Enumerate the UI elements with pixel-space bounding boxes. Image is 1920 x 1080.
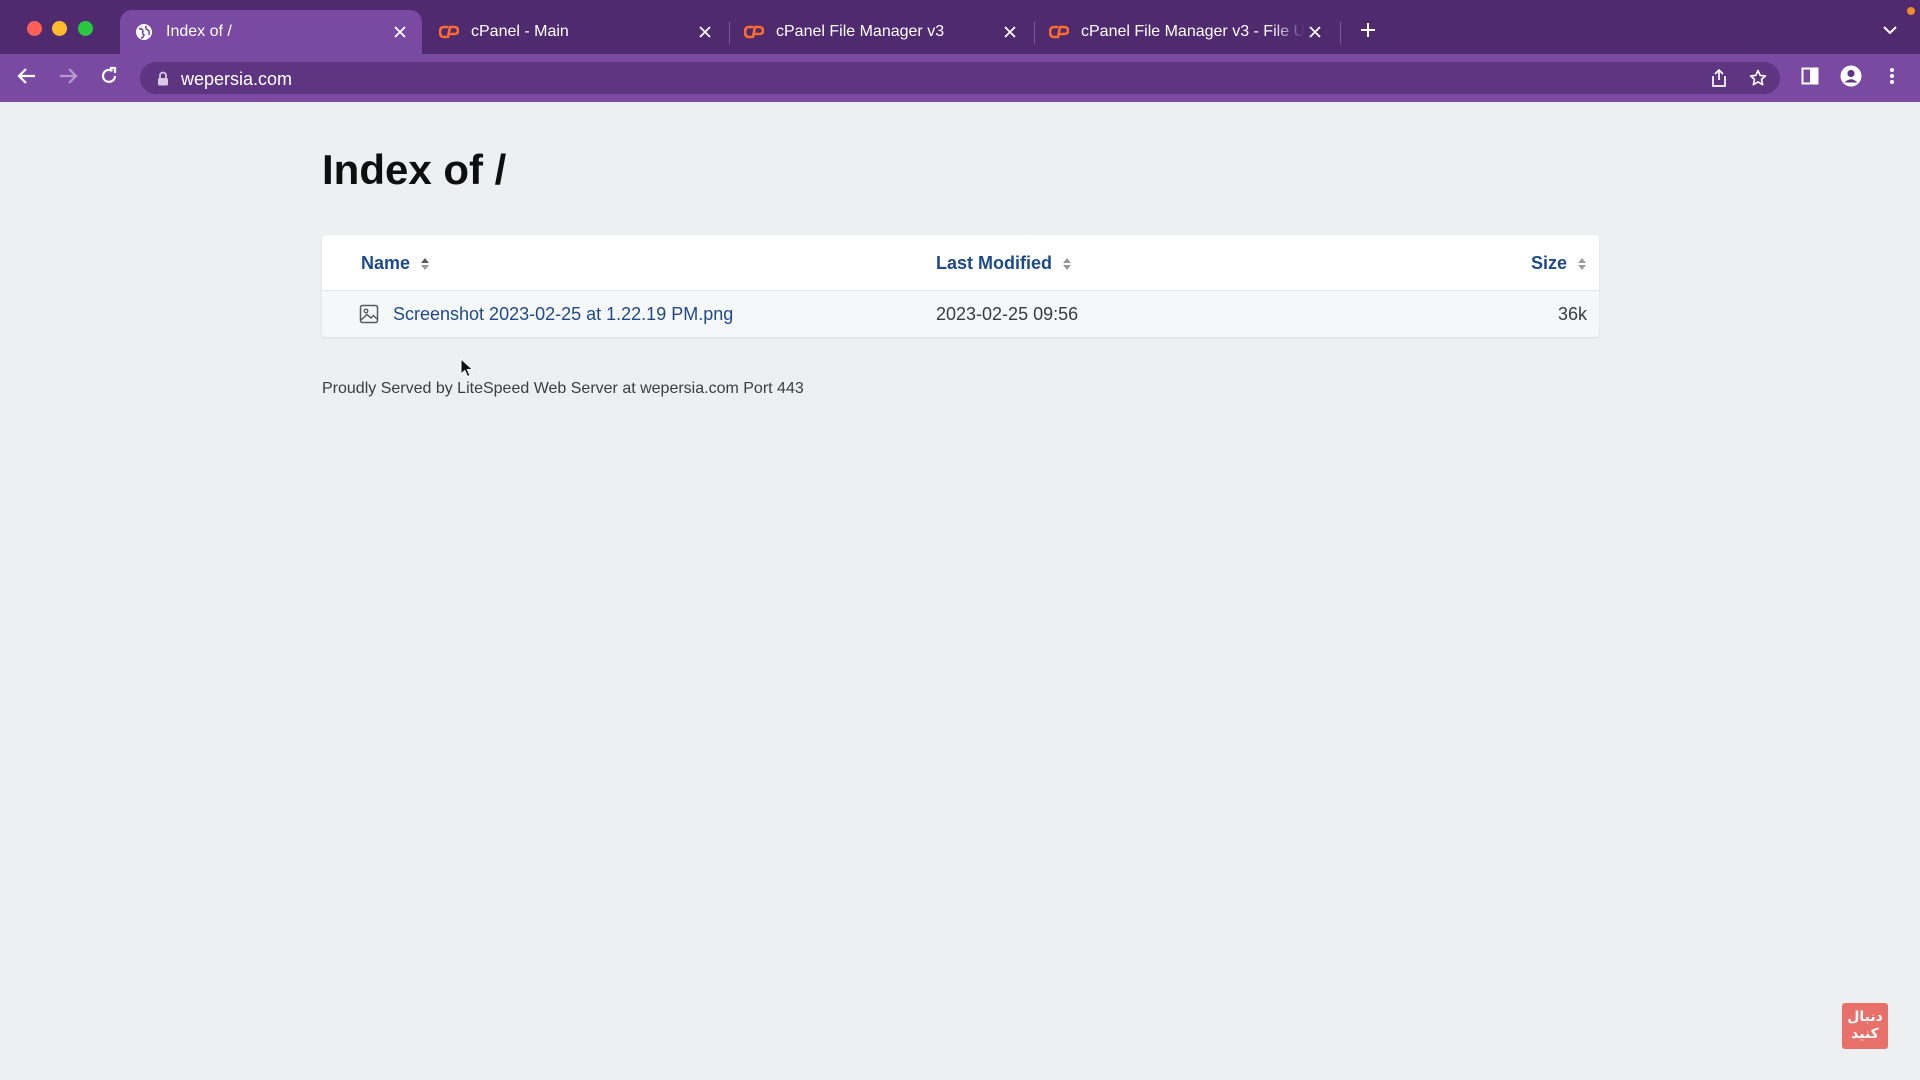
tab-search-button[interactable] <box>1880 20 1900 40</box>
sort-by-name-button[interactable]: Name <box>361 253 430 274</box>
update-indicator <box>1907 7 1915 15</box>
tab-title: cPanel - Main <box>471 23 569 40</box>
sort-arrows-icon <box>420 257 430 271</box>
close-icon[interactable] <box>390 22 410 42</box>
kebab-menu-icon <box>1889 67 1895 90</box>
tab-separator <box>1340 22 1341 44</box>
page-title: Index of / <box>322 146 507 193</box>
url-text[interactable]: wepersia.com <box>181 69 292 90</box>
cpanel-icon <box>439 22 459 42</box>
tab-title: cPanel File Manager v3 - File Upload <box>1081 23 1305 40</box>
column-header-size: Size <box>1530 253 1567 273</box>
cpanel-icon <box>744 22 764 42</box>
tab-file-manager[interactable]: cPanel File Manager v3 <box>730 10 1032 54</box>
lock-icon[interactable] <box>156 70 170 86</box>
side-panel-button[interactable] <box>1798 66 1822 90</box>
share-icon[interactable] <box>1709 68 1729 88</box>
close-icon[interactable] <box>695 22 715 42</box>
file-last-modified: 2023-02-25 09:56 <box>936 304 1079 324</box>
sort-arrows-icon <box>1062 257 1072 271</box>
sort-arrows-icon <box>1577 257 1587 271</box>
reload-button[interactable] <box>97 66 121 90</box>
side-panel-icon <box>1801 67 1819 90</box>
watermark-line: کنید <box>1851 1026 1879 1042</box>
minimize-window-button[interactable] <box>52 21 67 36</box>
new-tab-button[interactable] <box>1356 18 1380 42</box>
arrow-right-icon <box>58 67 78 90</box>
reload-icon <box>99 66 119 91</box>
arrow-left-icon <box>17 67 37 90</box>
tab-index-of[interactable]: Index of / <box>120 10 422 54</box>
tab-strip: Index of / cPanel - Main cPanel File Man… <box>0 0 1920 54</box>
table-row: Screenshot 2023-02-25 at 1.22.19 PM.png … <box>322 291 1599 337</box>
column-header-last-modified: Last Modified <box>936 253 1052 273</box>
bookmark-star-icon[interactable] <box>1748 68 1768 88</box>
profile-avatar-icon <box>1840 65 1862 92</box>
close-window-button[interactable] <box>27 21 42 36</box>
table-header: Name Last Modified Size <box>322 235 1599 291</box>
column-header-name: Name <box>361 253 411 273</box>
back-button[interactable] <box>15 66 39 90</box>
tab-cpanel-main[interactable]: cPanel - Main <box>425 10 727 54</box>
browser-toolbar: wepersia.com <box>0 54 1920 102</box>
file-listing-table: Name Last Modified Size Screenshot 2023-… <box>322 235 1599 337</box>
page-content: Index of / Name Last Modified Size Scree… <box>0 102 1920 1080</box>
watermark-logo: دنبال کنید <box>1842 1003 1888 1049</box>
maximize-window-button[interactable] <box>78 21 93 36</box>
file-link[interactable]: Screenshot 2023-02-25 at 1.22.19 PM.png <box>393 304 733 325</box>
close-icon[interactable] <box>1305 22 1325 42</box>
profile-button[interactable] <box>1839 65 1863 92</box>
sort-by-last-modified-button[interactable]: Last Modified <box>936 253 1072 274</box>
forward-button[interactable] <box>56 66 80 90</box>
watermark-line: دنبال <box>1847 1009 1883 1025</box>
tab-file-upload[interactable]: cPanel File Manager v3 - File Upload <box>1035 10 1337 54</box>
mouse-cursor-icon <box>460 357 474 378</box>
browser-menu-button[interactable] <box>1880 66 1904 90</box>
server-signature: Proudly Served by LiteSpeed Web Server a… <box>322 380 804 397</box>
file-size: 36k <box>1557 304 1587 324</box>
globe-icon <box>134 22 154 42</box>
image-file-icon <box>359 304 379 324</box>
tab-title: Index of / <box>166 23 232 40</box>
cpanel-icon <box>1049 22 1069 42</box>
tab-title: cPanel File Manager v3 <box>776 23 945 40</box>
close-icon[interactable] <box>1000 22 1020 42</box>
address-bar[interactable]: wepersia.com <box>140 62 1780 94</box>
sort-by-size-button[interactable]: Size <box>1531 253 1587 274</box>
